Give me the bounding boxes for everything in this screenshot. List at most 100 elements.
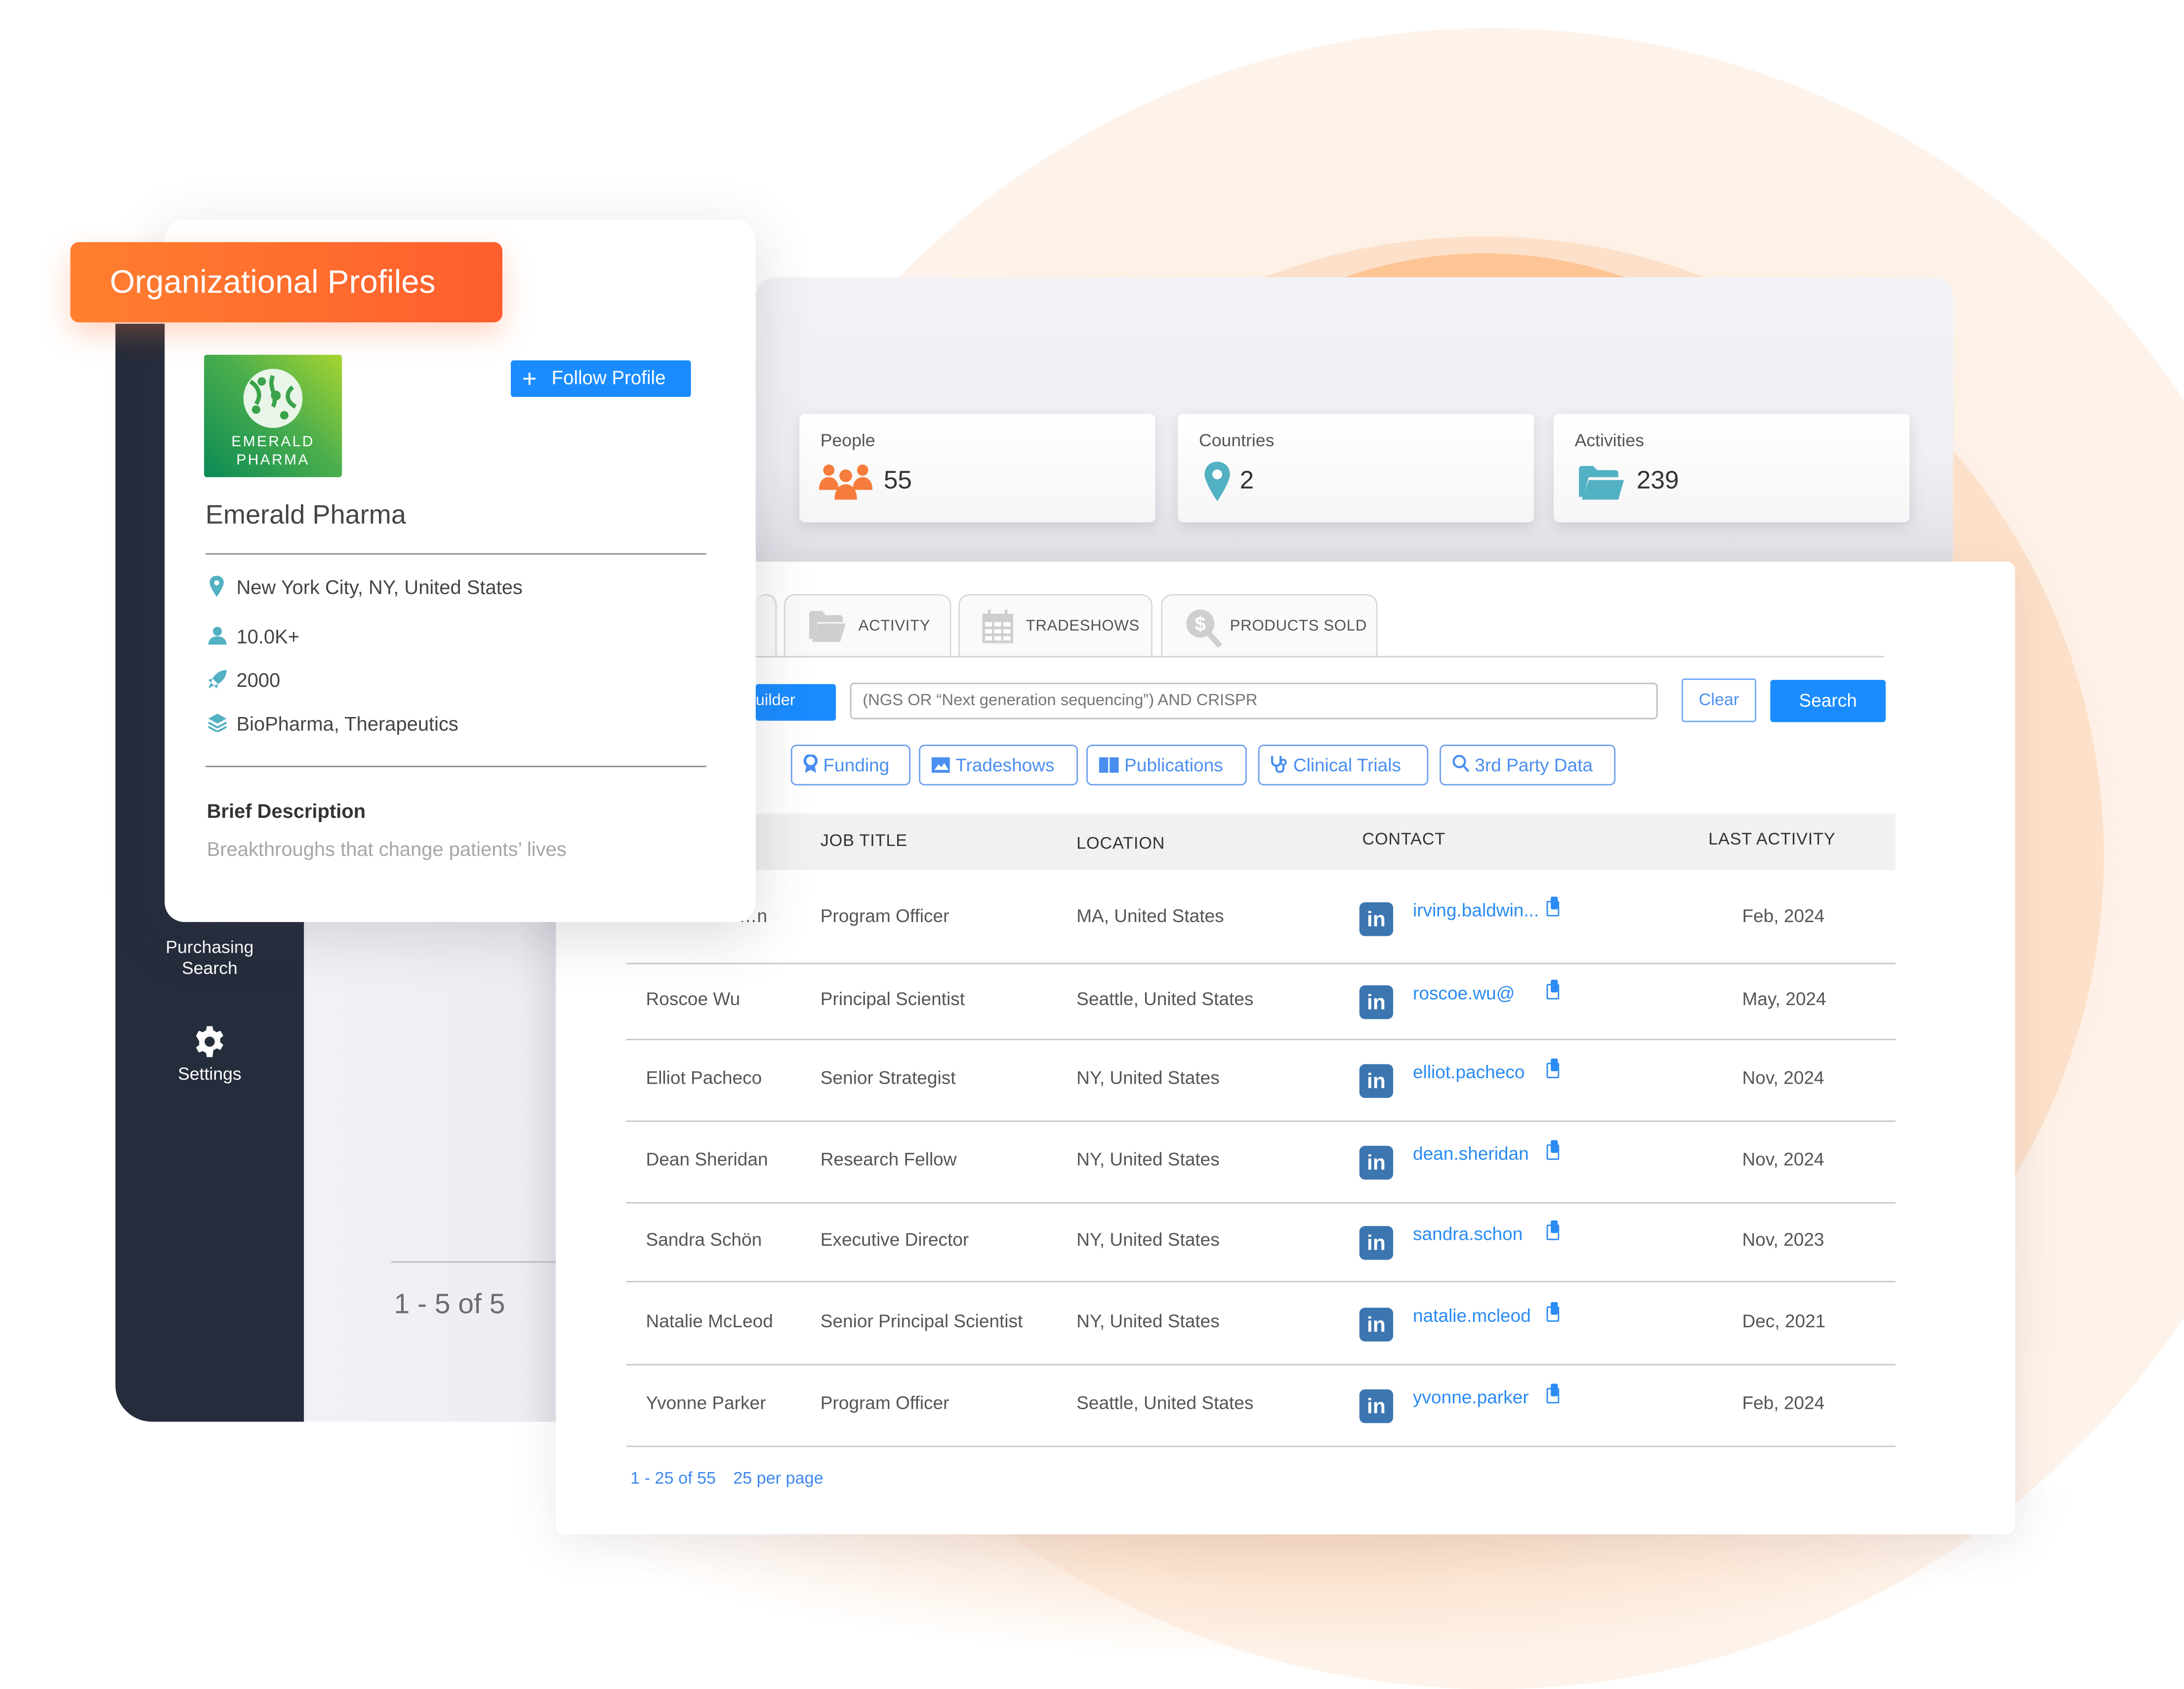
table-pagination-range: 1 - 25 of 55	[630, 1468, 716, 1488]
contact-email-link[interactable]: sandra.schon	[1413, 1223, 1523, 1244]
stat-value: 2	[1239, 465, 1254, 494]
dollar-search-icon: $	[1185, 608, 1225, 652]
job-title: Program Officer	[820, 1392, 949, 1413]
linkedin-icon[interactable]: in	[1359, 1064, 1394, 1098]
filter-publications[interactable]: Publications	[1086, 744, 1247, 786]
organization-industry: BioPharma, Therapeutics	[236, 712, 458, 735]
filter-label: 3rd Party Data	[1475, 754, 1593, 776]
book-icon	[1099, 748, 1119, 786]
last-activity-date: Dec, 2021	[1742, 1309, 1826, 1331]
sidebar-item-label: Purchasing Search	[165, 937, 254, 978]
copy-icon[interactable]	[1546, 1140, 1560, 1160]
person-name[interactable]: Natalie McLeod	[646, 1310, 773, 1331]
copy-icon[interactable]	[1546, 979, 1560, 1000]
linkedin-icon[interactable]: in	[1359, 1226, 1394, 1260]
filter-label: Clinical Trials	[1293, 754, 1401, 776]
copy-icon[interactable]	[1546, 1220, 1560, 1240]
job-title: Senior Strategist	[820, 1067, 956, 1088]
person-name[interactable]: Roscoe Wu	[646, 988, 741, 1010]
per-page-select[interactable]: 25 per page	[733, 1468, 823, 1488]
person-name[interactable]: Sandra Schön	[646, 1229, 762, 1250]
brief-description-text: Breakthroughs that change patients’ live…	[206, 837, 567, 860]
filter-tradeshows[interactable]: Tradeshows	[919, 744, 1078, 786]
sidebar-item-label: Settings	[178, 1064, 242, 1084]
row-divider	[626, 1120, 1896, 1122]
copy-icon[interactable]	[1546, 1301, 1560, 1321]
search-button[interactable]: Search	[1770, 679, 1886, 722]
filter-clinical-trials[interactable]: Clinical Trials	[1258, 744, 1429, 786]
column-header-location[interactable]: LOCATION	[1076, 833, 1165, 853]
filter-label: Tradeshows	[955, 754, 1055, 776]
filter-label: Publications	[1124, 754, 1223, 776]
location: NY, United States	[1076, 1228, 1220, 1250]
person-icon	[208, 627, 227, 652]
location: Seattle, United States	[1076, 988, 1254, 1010]
person-name[interactable]: Yvonne Parker	[646, 1392, 766, 1413]
stat-value: 55	[883, 465, 912, 494]
linkedin-icon[interactable]: in	[1359, 1145, 1394, 1180]
tab-label: ACTIVITY	[858, 618, 931, 635]
contact-email-link[interactable]: roscoe.wu@	[1413, 982, 1515, 1004]
row-divider	[626, 1202, 1896, 1204]
sidebar-item-settings[interactable]: Settings	[116, 1025, 304, 1085]
column-header-last-activity[interactable]: LAST ACTIVITY	[1708, 829, 1835, 849]
row-divider	[626, 1039, 1896, 1041]
contact-email-link[interactable]: dean.sheridan	[1413, 1143, 1529, 1164]
location: NY, United States	[1076, 1148, 1220, 1170]
search-icon	[1452, 748, 1470, 786]
linkedin-icon[interactable]: in	[1359, 902, 1394, 936]
linkedin-icon[interactable]: in	[1359, 1307, 1394, 1341]
organization-name: Emerald Pharma	[205, 501, 406, 531]
stat-label: People	[820, 430, 875, 451]
organization-location: New York City, NY, United States	[236, 576, 523, 598]
logo-emblem-icon	[242, 367, 304, 436]
job-title: Executive Director	[820, 1228, 969, 1250]
contact-email-link[interactable]: elliot.pacheco	[1413, 1061, 1525, 1083]
job-title: Research Fellow	[820, 1148, 957, 1170]
person-name[interactable]: Dean Sheridan	[646, 1148, 768, 1170]
tab-products-sold[interactable]: $ PRODUCTS SOLD	[1161, 594, 1378, 658]
contact-email-link[interactable]: natalie.mcleod	[1413, 1304, 1531, 1325]
location: MA, United States	[1076, 905, 1224, 927]
follow-profile-button[interactable]: + Follow Profile	[511, 360, 691, 397]
main-content-area	[304, 915, 572, 1422]
svg-text:$: $	[1195, 613, 1206, 635]
row-divider	[626, 1445, 1896, 1447]
stethoscope-icon	[1271, 748, 1287, 786]
contact-email-link[interactable]: irving.baldwin...	[1413, 899, 1539, 921]
column-header-contact[interactable]: CONTACT	[1362, 829, 1445, 849]
clear-button[interactable]: Clear	[1682, 678, 1757, 722]
organization-employees: 10.0K+	[236, 625, 300, 648]
folder-icon	[809, 611, 846, 646]
rocket-icon	[208, 670, 227, 695]
sidebar-item-purchasing-search[interactable]: Purchasing Search	[116, 937, 304, 979]
query-builder-label: uilder	[755, 692, 795, 710]
query-builder-button[interactable]: uilder	[755, 684, 836, 721]
copy-icon[interactable]	[1546, 896, 1560, 917]
last-activity-date: Nov, 2024	[1742, 1148, 1824, 1170]
stat-value: 239	[1636, 465, 1679, 494]
contact-email-link[interactable]: yvonne.parker	[1413, 1387, 1529, 1408]
image-icon	[931, 748, 950, 786]
copy-icon[interactable]	[1546, 1058, 1560, 1079]
stat-label: Countries	[1199, 430, 1275, 451]
linkedin-icon[interactable]: in	[1359, 985, 1394, 1019]
filter-3rd-party-data[interactable]: 3rd Party Data	[1440, 744, 1616, 786]
person-name[interactable]: Elliot Pacheco	[646, 1067, 762, 1088]
map-pin-icon	[208, 576, 225, 604]
query-input[interactable]	[850, 682, 1658, 719]
tab-tradeshows[interactable]: TRADESHOWS	[958, 594, 1153, 658]
plus-icon: +	[522, 364, 537, 393]
brief-description-heading: Brief Description	[206, 800, 366, 822]
filter-funding[interactable]: Funding	[790, 744, 911, 786]
copy-icon[interactable]	[1546, 1384, 1560, 1404]
linkedin-icon[interactable]: in	[1359, 1389, 1394, 1423]
column-header-job-title[interactable]: JOB TITLE	[821, 831, 907, 850]
layers-icon	[207, 714, 227, 739]
job-title: Principal Scientist	[820, 988, 965, 1010]
last-activity-date: Feb, 2024	[1742, 905, 1825, 927]
job-title: Senior Principal Scientist	[820, 1309, 1023, 1331]
tab-partial[interactable]	[755, 594, 777, 658]
tab-activity[interactable]: ACTIVITY	[783, 594, 951, 658]
location: Seattle, United States	[1076, 1392, 1254, 1413]
